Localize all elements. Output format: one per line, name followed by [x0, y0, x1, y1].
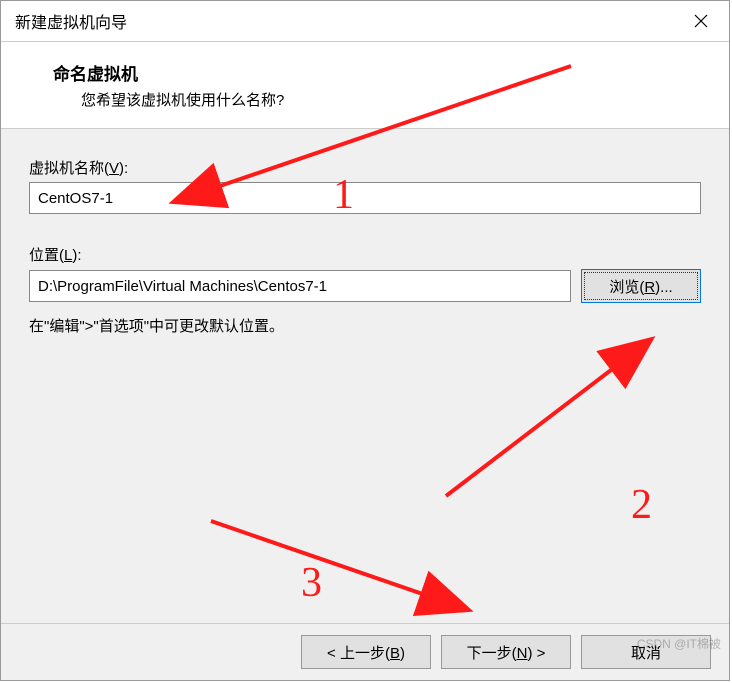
location-row: 浏览(R)... [29, 269, 701, 303]
vm-name-row [29, 182, 701, 214]
header-title: 命名虚拟机 [53, 60, 709, 85]
wizard-body: 虚拟机名称(V): 位置(L): 浏览(R)... 在"编辑">"首选项"中可更… [1, 129, 729, 599]
location-label: 位置(L): [29, 244, 701, 265]
annotation-number-2: 2 [631, 481, 652, 529]
close-button[interactable] [681, 1, 721, 41]
title-bar: 新建虚拟机向导 [1, 1, 729, 42]
back-button[interactable]: < 上一步(B) [301, 635, 431, 669]
browse-button[interactable]: 浏览(R)... [581, 269, 701, 303]
window-title: 新建虚拟机向导 [15, 9, 127, 33]
wizard-header: 命名虚拟机 您希望该虚拟机使用什么名称? [1, 42, 729, 129]
vm-name-input[interactable] [29, 182, 701, 214]
location-input[interactable] [29, 270, 571, 302]
annotation-number-1: 1 [333, 171, 354, 219]
wizard-window: 新建虚拟机向导 命名虚拟机 您希望该虚拟机使用什么名称? 虚拟机名称(V): 位… [0, 0, 730, 681]
header-subtitle: 您希望该虚拟机使用什么名称? [53, 89, 709, 110]
next-button[interactable]: 下一步(N) > [441, 635, 571, 669]
location-hint: 在"编辑">"首选项"中可更改默认位置。 [29, 315, 701, 336]
annotation-number-3: 3 [301, 559, 322, 607]
close-icon [694, 14, 708, 28]
vm-name-label: 虚拟机名称(V): [29, 157, 701, 178]
wizard-footer: < 上一步(B) 下一步(N) > 取消 [1, 623, 729, 680]
watermark: CSDN @IT棉被 [637, 635, 721, 652]
